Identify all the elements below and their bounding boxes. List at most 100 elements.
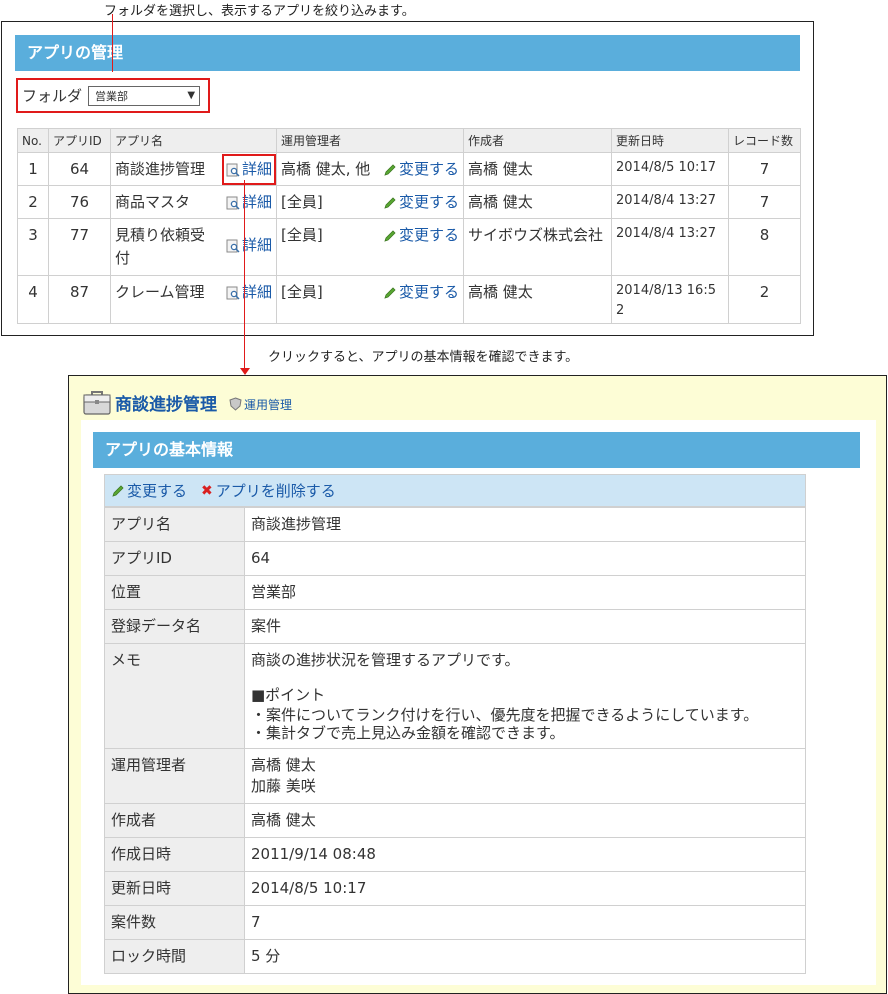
info-value: 7 [244,905,806,940]
app-info-section: アプリの基本情報 変更する ✖ アプリを削除する アプリ名 商談進捗管理 アプリ… [81,420,876,985]
magnifier-doc-icon [226,286,240,300]
admin-role-link[interactable]: 運用管理 [244,396,292,413]
pencil-icon [384,163,396,176]
info-row-app-name: アプリ名 商談進捗管理 [104,507,806,542]
row-app-id: 87 [48,275,111,324]
edit-button[interactable]: 変更する [111,480,187,501]
col-admin: 運用管理者 [276,128,464,153]
row-no: 1 [17,152,49,186]
row-creator: サイボウズ株式会社 [463,218,612,276]
change-label: 変更する [398,193,459,211]
row-record-count: 7 [728,185,801,219]
memo-line: 商談の進捗状況を管理するアプリです。 [251,651,520,669]
row-app-name: 商談進捗管理 [115,160,206,178]
app-management-panel: アプリの管理 フォルダ 営業部 ▼ No. アプリID アプリ名 運用管理者 作… [1,21,814,336]
detail-link[interactable]: 詳細 [221,154,277,185]
detail-label: 詳細 [241,283,272,301]
memo-spacer [251,671,799,685]
detail-label: 詳細 [241,160,272,178]
change-link[interactable]: 変更する [383,281,459,304]
folder-select[interactable]: 営業部 ▼ [88,85,201,106]
table-row: 3 77 見積り依頼受付 詳細 [全員] 変更する サイボウズ株式会社 2014… [17,218,801,276]
row-no: 2 [17,185,49,219]
row-updated: 2014/8/5 10:17 [611,152,729,186]
row-creator: 高橋 健太 [463,185,612,219]
section-title: アプリの基本情報 [93,432,860,468]
app-table-header: No. アプリID アプリ名 運用管理者 作成者 更新日時 レコード数 [17,128,801,153]
row-admin: [全員] [281,283,323,301]
row-no: 4 [17,275,49,324]
info-label: 更新日時 [104,871,245,906]
row-app-id: 77 [48,218,111,276]
info-value: 64 [244,541,806,576]
action-bar: 変更する ✖ アプリを削除する [104,474,806,507]
detail-link[interactable]: 詳細 [226,281,272,304]
info-value: 案件 [244,609,806,644]
info-label: 登録データ名 [104,609,245,644]
info-label: 運用管理者 [104,748,245,804]
info-row-memo: メモ 商談の進捗状況を管理するアプリです。 ■ポイント ・案件についてランク付け… [104,643,806,749]
magnifier-doc-icon [226,163,240,177]
pencil-icon [112,484,124,497]
change-label: 変更する [398,283,459,301]
info-label: アプリ名 [104,507,245,542]
row-updated: 2014/8/13 16:52 [611,275,729,324]
pencil-icon [384,229,396,242]
info-row-admins: 運用管理者 高橋 健太 加藤 美咲 [104,748,806,804]
row-creator: 高橋 健太 [463,152,612,186]
info-row-lock-time: ロック時間 5 分 [104,939,806,974]
admin-name: 加藤 美咲 [251,777,316,795]
memo-line: ・集計タブで売上見込み金額を確認できます。 [251,724,565,742]
row-app-name: 商品マスタ [115,193,191,211]
delete-label: アプリを削除する [215,482,336,500]
shield-icon [229,397,242,411]
change-link[interactable]: 変更する [383,158,459,181]
row-admin: [全員] [281,193,323,211]
change-label: 変更する [398,160,459,178]
arrow-down-icon [240,368,250,375]
folder-label: フォルダ [22,87,83,105]
annotation-connector-line [112,14,113,72]
annotation-connector-line [244,180,245,370]
annotation-folder-filter: フォルダを選択し、表示するアプリを絞り込みます。 [104,4,415,19]
detail-label: 詳細 [241,193,272,211]
info-row-record-count: 案件数 7 [104,905,806,940]
app-table: No. アプリID アプリ名 運用管理者 作成者 更新日時 レコード数 1 64… [17,128,801,324]
change-link[interactable]: 変更する [383,191,459,214]
row-app-name: クレーム管理 [115,283,205,301]
row-app-name-cell: 見積り依頼受付 詳細 [110,218,277,276]
info-label: 位置 [104,575,245,610]
info-value: 5 分 [244,939,806,974]
memo-line: ■ポイント [251,686,326,704]
info-label: ロック時間 [104,939,245,974]
annotation-detail-click: クリックすると、アプリの基本情報を確認できます。 [268,350,579,365]
col-creator: 作成者 [463,128,612,153]
delete-x-icon: ✖ [201,482,213,499]
info-label: 作成日時 [104,837,245,872]
info-row-updated: 更新日時 2014/8/5 10:17 [104,871,806,906]
admin-name: 高橋 健太 [251,756,316,774]
memo-line: ・案件についてランク付けを行い、優先度を把握できるようにしています。 [251,706,759,724]
info-value: 2014/8/5 10:17 [244,871,806,906]
row-creator: 高橋 健太 [463,275,612,324]
pencil-icon [384,196,396,209]
row-record-count: 7 [728,152,801,186]
app-header: 商談進捗管理 運用管理 [81,386,292,418]
change-label: 変更する [398,226,459,244]
edit-label: 変更する [127,482,188,500]
app-management-title: アプリの管理 [15,35,800,71]
table-row: 1 64 商談進捗管理 詳細 高橋 健太, 他 変更する 高橋 健太 2014/… [17,152,801,186]
info-row-data-name: 登録データ名 案件 [104,609,806,644]
change-link[interactable]: 変更する [383,224,459,247]
row-admin-cell: [全員] 変更する [276,275,464,324]
info-value: 高橋 健太 [244,803,806,838]
col-record-count: レコード数 [728,128,801,153]
delete-app-button[interactable]: ✖ アプリを削除する [201,480,336,501]
pencil-icon [384,286,396,299]
folder-filter: フォルダ 営業部 ▼ [16,78,210,113]
row-app-name-cell: クレーム管理 詳細 [110,275,277,324]
row-admin: [全員] [281,226,323,244]
detail-link[interactable]: 詳細 [226,191,272,214]
detail-link[interactable]: 詳細 [226,234,272,257]
row-app-id: 64 [48,152,111,186]
